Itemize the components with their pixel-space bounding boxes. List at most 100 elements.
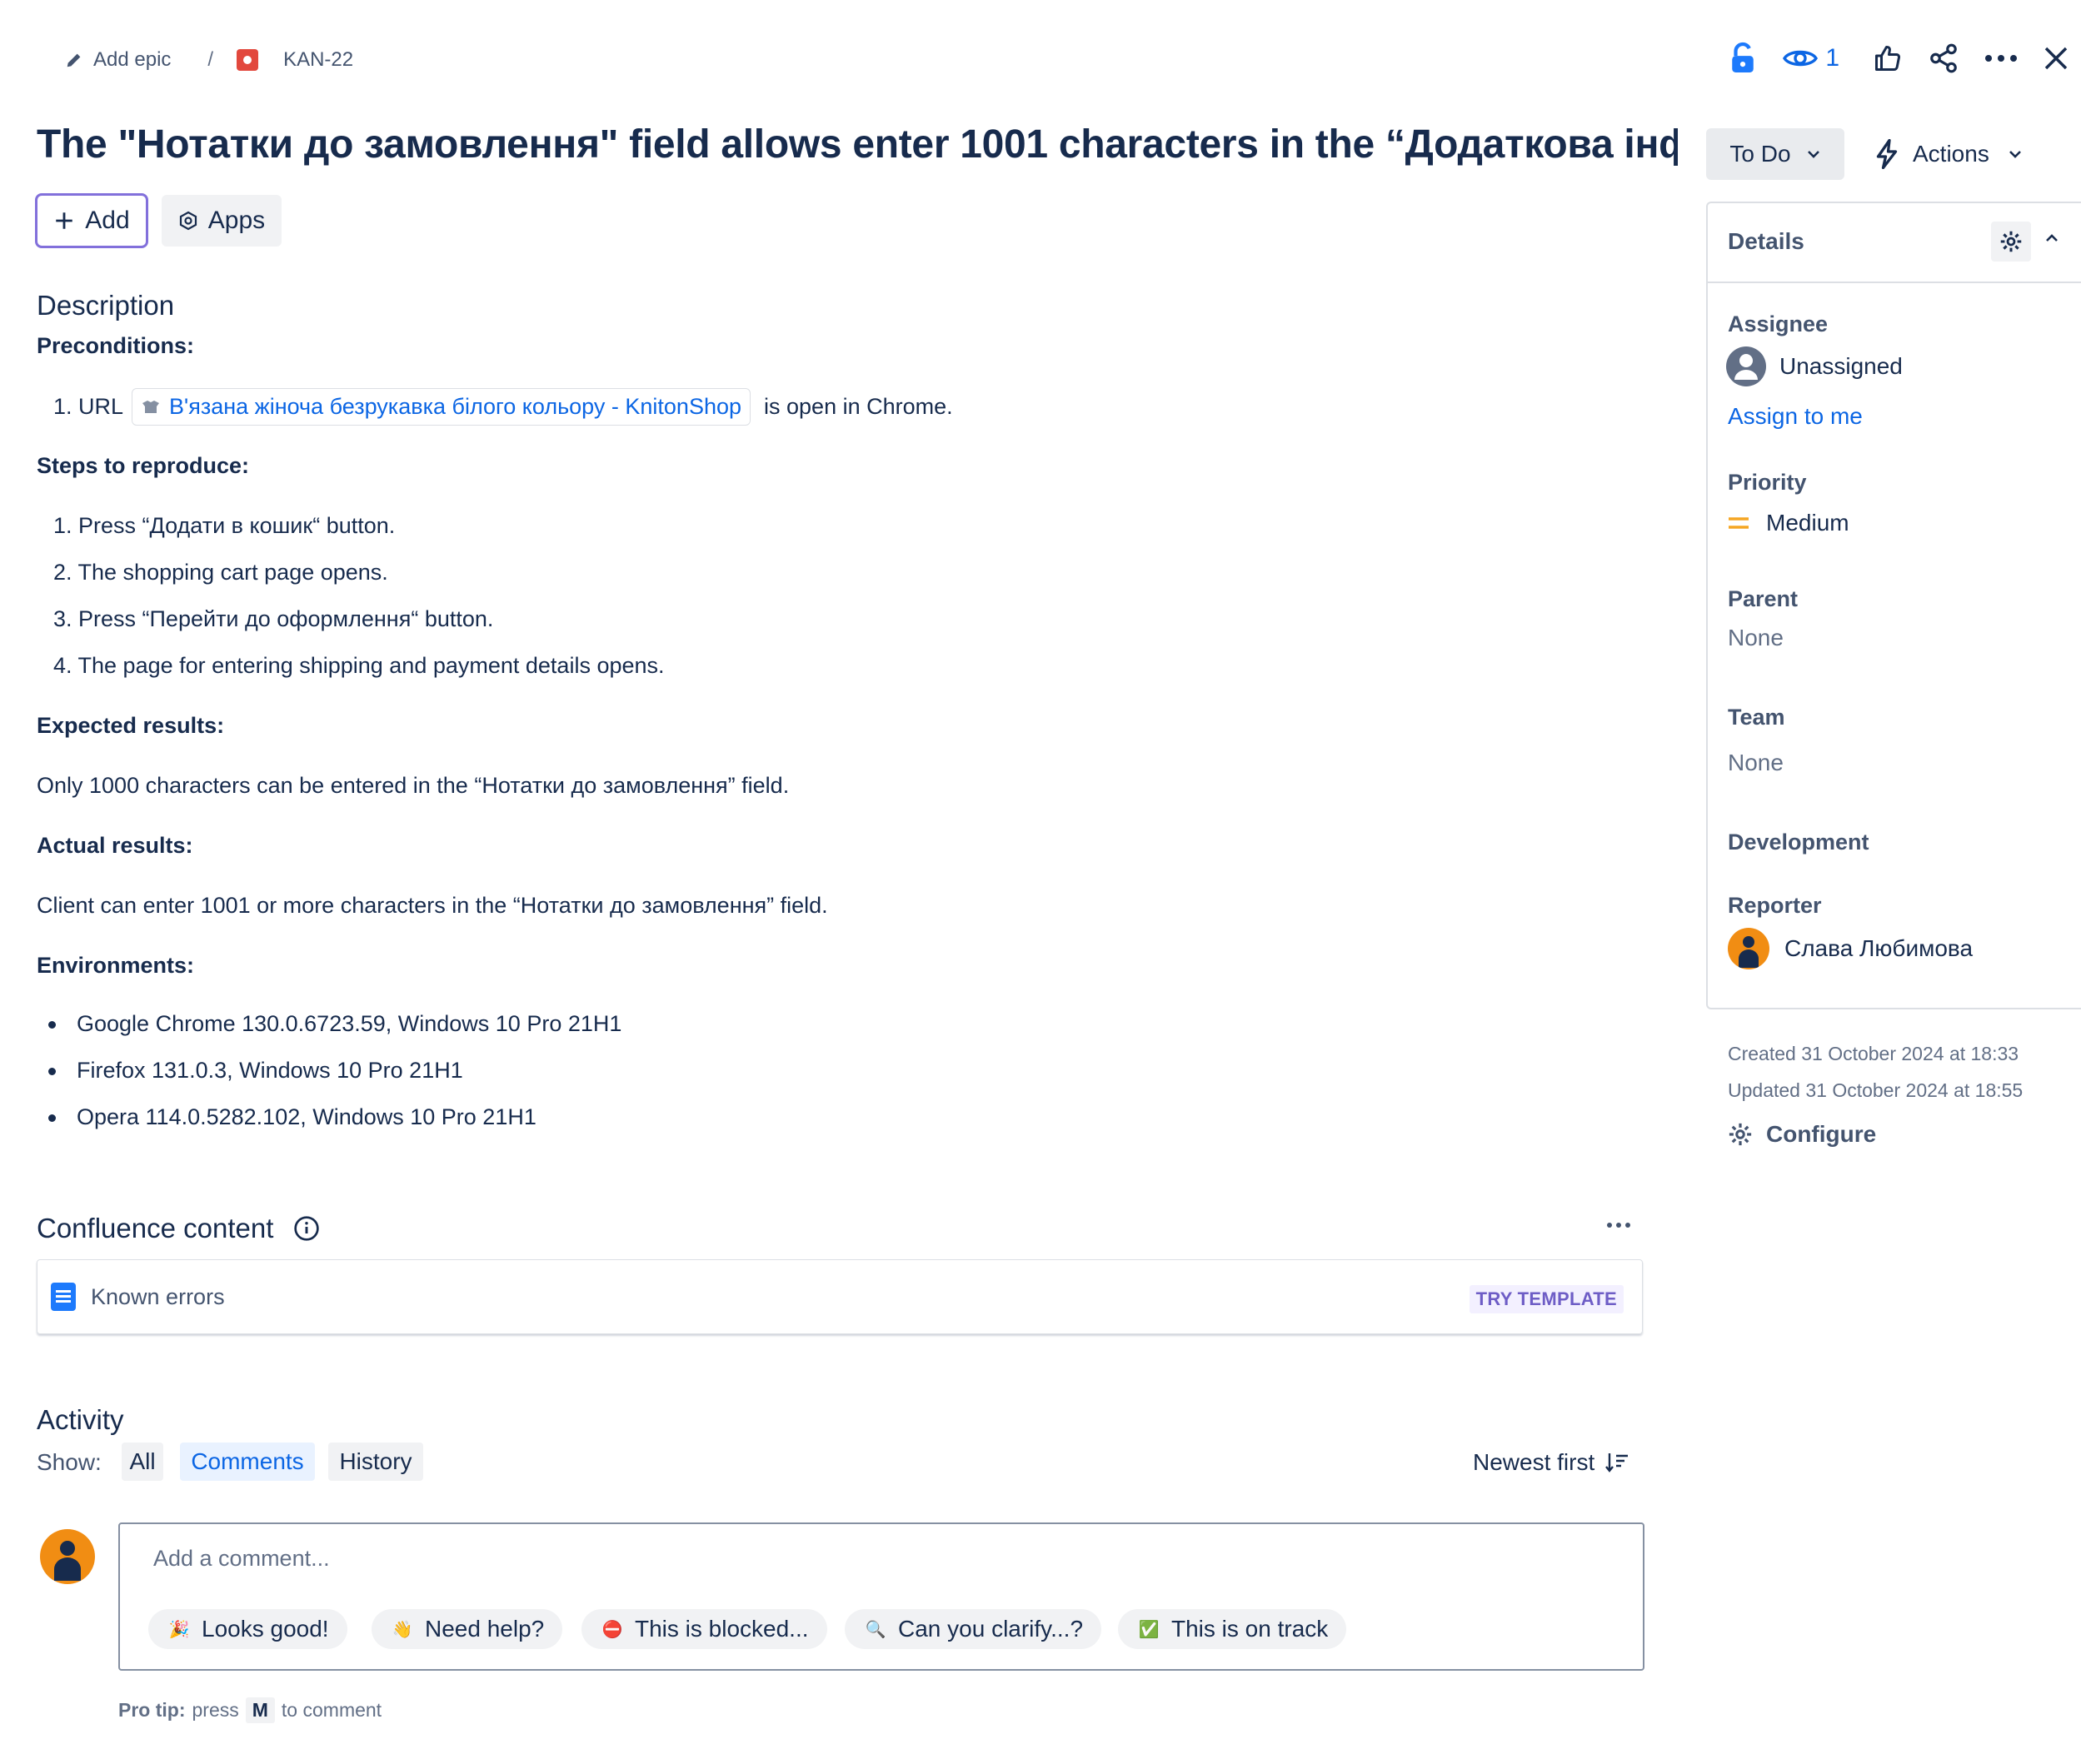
quick-reply-blocked[interactable]: ⛔ This is blocked... — [581, 1609, 827, 1649]
bullet — [48, 1068, 56, 1075]
description-heading: Description — [37, 290, 175, 321]
watch-count: 1 — [1825, 44, 1839, 72]
issue-key-link[interactable]: KAN-22 — [237, 48, 353, 72]
chevron-down-icon — [2008, 149, 2023, 159]
issue-key-label: KAN-22 — [283, 48, 354, 71]
breadcrumb-separator: / — [207, 48, 214, 71]
assign-to-me-link[interactable]: Assign to me — [1728, 403, 1863, 430]
party-popper-icon: 🎉 — [168, 1620, 190, 1639]
more-icon[interactable] — [1984, 53, 2018, 63]
actions-label: Actions — [1913, 141, 1989, 167]
quick-reply-label: This is on track — [1171, 1616, 1329, 1642]
issue-top-actions: 1 — [1729, 42, 2069, 75]
waving-hand-icon: 👋 — [392, 1620, 413, 1639]
filter-history[interactable]: History — [328, 1443, 423, 1481]
created-date: Created 31 October 2024 at 18:33 — [1728, 1043, 2019, 1064]
step-item: 3. Press “Перейти до оформлення“ button. — [53, 606, 494, 631]
confluence-item-label: Known errors — [91, 1283, 225, 1309]
sort-label: Newest first — [1473, 1449, 1595, 1475]
gear-icon — [1728, 1122, 1753, 1147]
confluence-item[interactable]: Known errors TRY TEMPLATE — [37, 1259, 1643, 1334]
confluence-more-icon[interactable] — [1606, 1221, 1631, 1229]
priority-medium-icon — [1728, 515, 1749, 531]
lock-icon[interactable] — [1729, 42, 1757, 75]
add-label: Add — [85, 207, 130, 234]
magnifier-icon: 🔍 — [865, 1620, 886, 1639]
priority-value: Medium — [1766, 510, 1849, 536]
info-icon[interactable] — [293, 1215, 320, 1242]
close-icon[interactable] — [2043, 45, 2069, 72]
like-icon[interactable] — [1873, 43, 1903, 73]
quick-reply-clarify[interactable]: 🔍 Can you clarify...? — [845, 1609, 1102, 1649]
filter-all[interactable]: All — [122, 1443, 163, 1481]
pro-tip: Pro tip: press M to comment — [118, 1697, 382, 1723]
comment-placeholder: Add a comment... — [153, 1546, 330, 1571]
steps-label: Steps to reproduce: — [37, 453, 250, 478]
details-panel: Details Assignee Unassigned Assign to me… — [1706, 202, 2081, 1009]
priority-field[interactable]: Medium — [1728, 510, 1849, 536]
unassigned-avatar-icon — [1726, 346, 1766, 386]
configure-button[interactable]: Configure — [1728, 1121, 1876, 1148]
site-favicon-icon — [141, 398, 161, 416]
share-icon[interactable] — [1928, 42, 1959, 74]
pro-tip-press: press — [192, 1699, 239, 1721]
preconditions-label: Preconditions: — [37, 333, 195, 358]
eye-icon — [1782, 45, 1819, 72]
pro-tip-label: Pro tip: — [118, 1699, 186, 1721]
apps-button[interactable]: Apps — [162, 195, 282, 247]
environments-label: Environments: — [37, 953, 195, 978]
quick-reply-need-help[interactable]: 👋 Need help? — [372, 1609, 563, 1649]
bullet — [48, 1021, 56, 1029]
sort-toggle[interactable]: Newest first — [1473, 1449, 1629, 1476]
issue-title[interactable]: The "Нотатки до замовлення" field allows… — [37, 122, 1678, 167]
current-user-avatar — [40, 1529, 95, 1584]
keyboard-key: M — [245, 1697, 275, 1723]
actions-dropdown[interactable]: Actions — [1874, 128, 2023, 180]
confluence-heading-label: Confluence content — [37, 1213, 274, 1243]
development-label: Development — [1728, 830, 1869, 855]
team-value[interactable]: None — [1728, 750, 1784, 776]
confluence-heading: Confluence content — [37, 1213, 320, 1244]
filter-comments[interactable]: Comments — [180, 1443, 315, 1481]
knitonshop-link-label: В'язана жіноча безрукавка білого кольору… — [169, 394, 742, 419]
chevron-down-icon — [1806, 149, 1821, 159]
add-epic-link[interactable]: Add epic — [65, 48, 171, 72]
gear-icon[interactable] — [1991, 222, 2031, 262]
precondition-item: 1. URL В'язана жіноча безрукавка білого … — [53, 388, 953, 426]
chevron-up-icon[interactable] — [2044, 233, 2059, 243]
step-item: 1. Press “Додати в кошик“ button. — [53, 513, 396, 538]
add-button[interactable]: Add — [35, 193, 148, 248]
status-dropdown[interactable]: To Do — [1706, 128, 1844, 180]
show-label: Show: — [37, 1449, 102, 1475]
details-header[interactable]: Details — [1708, 203, 2081, 283]
status-label: To Do — [1729, 141, 1791, 167]
expected-label: Expected results: — [37, 713, 225, 738]
assignee-value: Unassigned — [1779, 353, 1903, 379]
updated-date: Updated 31 October 2024 at 18:55 — [1728, 1079, 2024, 1101]
precondition-prefix: 1. URL — [53, 394, 124, 419]
quick-reply-looks-good[interactable]: 🎉 Looks good! — [148, 1609, 347, 1649]
precondition-suffix: is open in Chrome. — [764, 394, 953, 419]
reporter-field[interactable]: Слава Любимова — [1728, 928, 1973, 969]
lightning-icon — [1874, 139, 1899, 169]
activity-heading: Activity — [37, 1404, 124, 1435]
apps-icon — [178, 211, 198, 231]
plus-icon — [53, 210, 75, 232]
assignee-label: Assignee — [1728, 311, 1829, 336]
quick-reply-label: This is blocked... — [635, 1616, 809, 1642]
expected-text: Only 1000 characters can be entered in t… — [37, 773, 790, 798]
pro-tip-suffix: to comment — [281, 1699, 382, 1721]
quick-reply-label: Looks good! — [202, 1616, 329, 1642]
quick-reply-label: Can you clarify...? — [898, 1616, 1084, 1642]
environment-item: Google Chrome 130.0.6723.59, Windows 10 … — [77, 1011, 622, 1036]
pencil-icon — [65, 51, 83, 69]
knitonshop-link[interactable]: В'язана жіноча безрукавка білого кольору… — [132, 388, 751, 426]
parent-value[interactable]: None — [1728, 625, 1784, 651]
try-template-button[interactable]: TRY TEMPLATE — [1469, 1285, 1624, 1313]
breadcrumb: Add epic / KAN-22 — [65, 48, 353, 72]
quick-reply-label: Need help? — [425, 1616, 545, 1642]
assignee-field[interactable]: Unassigned — [1726, 346, 1903, 386]
watch-button[interactable]: 1 — [1782, 44, 1839, 72]
actual-label: Actual results: — [37, 833, 193, 858]
quick-reply-on-track[interactable]: ✅ This is on track — [1118, 1609, 1347, 1649]
